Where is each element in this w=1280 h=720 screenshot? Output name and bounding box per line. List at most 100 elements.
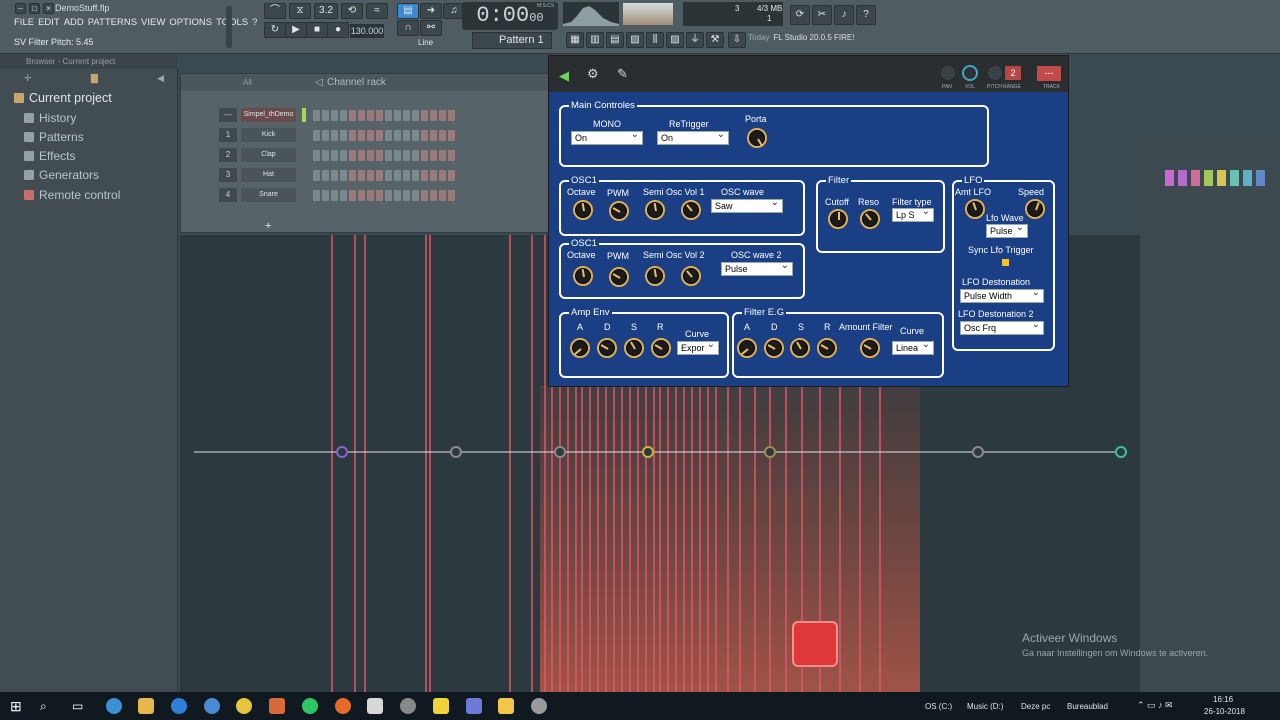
step-buttons[interactable] [313,110,455,121]
menu-file[interactable]: FILE [14,17,34,28]
feg-sustain-knob[interactable] [790,338,810,358]
feg-attack-knob[interactable] [737,338,757,358]
step-button[interactable] [430,150,437,161]
metronome-icon[interactable]: ⌒ [264,3,286,19]
automation-node[interactable] [554,446,566,458]
step-button[interactable] [331,150,338,161]
desktop-label[interactable]: Bureaublad [1067,702,1108,711]
folder-icon[interactable]: ▇ [91,73,98,83]
pattern-song-icon[interactable]: ▤ [397,3,419,19]
loop-record-icon[interactable]: ⟲ [341,3,363,19]
pattern-selector[interactable]: Pattern 1 [472,32,552,49]
lfo-wave-select[interactable]: Pulse [986,224,1028,238]
mic-icon[interactable]: ♪ [834,5,854,25]
step-button[interactable] [385,170,392,181]
step-button[interactable] [322,130,329,141]
step-button[interactable] [412,130,419,141]
spotify-icon[interactable] [302,698,318,714]
amount-filter-knob[interactable] [860,338,880,358]
osc2-pwm-knob[interactable] [609,267,629,287]
automation-node[interactable] [972,446,984,458]
task-view-icon[interactable]: ▭ [72,698,88,714]
step-button[interactable] [358,170,365,181]
step-button[interactable] [403,110,410,121]
porta-knob[interactable] [747,128,767,148]
settings-icon[interactable] [531,698,547,714]
step-button[interactable] [340,130,347,141]
app-icon[interactable] [204,698,220,714]
mono-select[interactable]: On [571,131,643,145]
insert-slot[interactable] [1217,170,1226,186]
insert-slot[interactable] [1191,170,1200,186]
channel-number[interactable]: 2 [219,148,237,162]
channel-row[interactable]: 3 Hat [181,168,551,184]
speed-knob[interactable] [1025,199,1045,219]
insert-slot[interactable] [1178,170,1187,186]
amp-decay-knob[interactable] [597,338,617,358]
plugin-wrench-icon[interactable]: ✎ [617,66,628,82]
snap-select[interactable]: Line [418,38,433,47]
track-value[interactable]: --- [1037,66,1061,81]
step-button[interactable] [313,170,320,181]
step-button[interactable] [331,110,338,121]
step-button[interactable] [322,170,329,181]
step-button[interactable] [412,190,419,201]
clock-date[interactable]: 26-10-2018 [1204,707,1245,716]
step-button[interactable] [358,150,365,161]
step-button[interactable] [376,130,383,141]
file-explorer-icon[interactable] [138,698,154,714]
step-edit-button[interactable]: 3.2 [314,3,338,19]
step-button[interactable] [394,170,401,181]
search-icon[interactable]: ⌕ [40,698,56,714]
app-icon-2[interactable] [269,698,285,714]
browser-item-generators[interactable]: Generators [24,168,99,182]
step-button[interactable] [331,190,338,201]
step-button[interactable] [349,150,356,161]
step-button[interactable] [394,110,401,121]
step-button[interactable] [331,130,338,141]
step-button[interactable] [349,130,356,141]
piano-roll-icon[interactable]: ▥ [586,32,604,48]
store-icon[interactable] [367,698,383,714]
clock-time[interactable]: 16:16 [1213,695,1233,704]
step-button[interactable] [385,190,392,201]
insert-slot[interactable] [1230,170,1239,186]
feg-curve-select[interactable]: Linea [892,341,934,355]
step-button[interactable] [367,190,374,201]
step-button[interactable] [448,130,455,141]
amp-sustain-knob[interactable] [624,338,644,358]
step-button[interactable] [349,110,356,121]
this-pc-label[interactable]: Deze pc [1021,702,1050,711]
drive-c-label[interactable]: OS (C:) [925,702,952,711]
step-button[interactable] [439,190,446,201]
cutoff-knob[interactable] [828,209,848,229]
step-button[interactable] [376,190,383,201]
osc-wave-2-select[interactable]: Pulse [721,262,793,276]
plugin-picker-icon[interactable]: ⫼ [646,32,664,48]
osc1-vol-knob[interactable] [681,200,701,220]
channel-name[interactable]: Simpel_thDemo [241,108,296,122]
step-button[interactable] [367,170,374,181]
step-button[interactable] [439,150,446,161]
gamepad-icon[interactable] [400,698,416,714]
channel-select-led[interactable] [302,108,306,122]
step-button[interactable] [448,150,455,161]
menu-patterns[interactable]: PATTERNS [88,17,137,28]
amp-release-knob[interactable] [651,338,671,358]
mixer-icon[interactable]: ▧ [626,32,644,48]
step-button[interactable] [439,110,446,121]
minimize-icon[interactable]: – [15,3,26,14]
step-button[interactable] [340,110,347,121]
magnet-icon[interactable]: ∩ [397,20,419,36]
step-button[interactable] [412,110,419,121]
plug-icon[interactable]: ⏚ [686,32,704,48]
wait-record-icon[interactable]: ⧖ [289,3,311,19]
step-button[interactable] [385,150,392,161]
step-button[interactable] [358,190,365,201]
step-button[interactable] [439,170,446,181]
drive-d-label[interactable]: Music (D:) [967,702,1003,711]
step-button[interactable] [403,170,410,181]
norton-icon[interactable] [236,698,252,714]
osc2-vol-knob[interactable] [681,266,701,286]
step-button[interactable] [448,110,455,121]
